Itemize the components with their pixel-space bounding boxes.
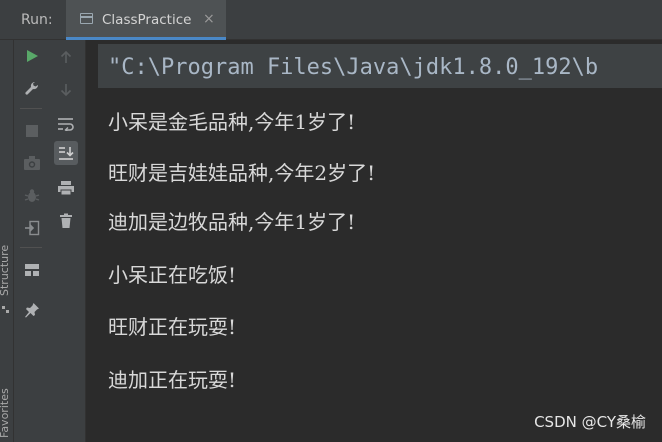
tab-label: ClassPractice xyxy=(102,12,192,28)
layout-icon[interactable] xyxy=(20,258,44,282)
output-line: 小呆正在吃饭! xyxy=(108,263,237,287)
debug-bug-icon[interactable] xyxy=(20,184,44,208)
toolbar-separator xyxy=(20,247,42,248)
soft-wrap-icon[interactable] xyxy=(54,112,78,136)
structure-icon xyxy=(2,306,10,314)
wrench-icon[interactable] xyxy=(20,77,44,101)
exit-icon[interactable] xyxy=(20,216,44,240)
stop-icon[interactable] xyxy=(20,119,44,143)
application-icon xyxy=(80,13,93,24)
output-line: 旺财是吉娃娃品种,今年2岁了! xyxy=(108,161,376,185)
structure-tab[interactable]: Structure xyxy=(0,245,11,296)
pin-icon[interactable] xyxy=(20,298,44,322)
output-line: 迪加是边牧品种,今年1岁了! xyxy=(108,210,356,234)
favorites-tab[interactable]: Favorites xyxy=(0,388,11,438)
console-output[interactable]: "C:\Program Files\Java\jdk1.8.0_192\b 小呆… xyxy=(86,40,662,442)
command-line: "C:\Program Files\Java\jdk1.8.0_192\b xyxy=(108,55,599,80)
watermark: CSDN @CY桑榆 xyxy=(534,413,646,431)
trash-icon[interactable] xyxy=(54,209,78,233)
output-line: 旺财正在玩耍! xyxy=(108,315,237,339)
arrow-up-icon[interactable] xyxy=(54,45,78,69)
scroll-to-end-icon[interactable] xyxy=(54,141,78,165)
toolbar-separator xyxy=(20,108,42,109)
output-line: 迪加正在玩耍! xyxy=(108,368,237,392)
arrow-down-icon[interactable] xyxy=(54,78,78,102)
run-label: Run: xyxy=(21,12,53,28)
run-toolbar xyxy=(14,40,86,442)
run-tool-window: Run: ClassPractice × Structure Favorites xyxy=(0,0,662,442)
command-line-row: "C:\Program Files\Java\jdk1.8.0_192\b xyxy=(98,44,662,88)
print-icon[interactable] xyxy=(54,176,78,200)
run-header: Run: ClassPractice × xyxy=(0,0,662,40)
tab-classpractice[interactable]: ClassPractice × xyxy=(66,0,226,40)
camera-icon[interactable] xyxy=(20,151,44,175)
rerun-icon[interactable] xyxy=(20,44,44,68)
close-icon[interactable]: × xyxy=(203,11,215,27)
output-line: 小呆是金毛品种,今年1岁了! xyxy=(108,110,356,134)
side-tool-strip: Structure Favorites xyxy=(0,40,14,442)
